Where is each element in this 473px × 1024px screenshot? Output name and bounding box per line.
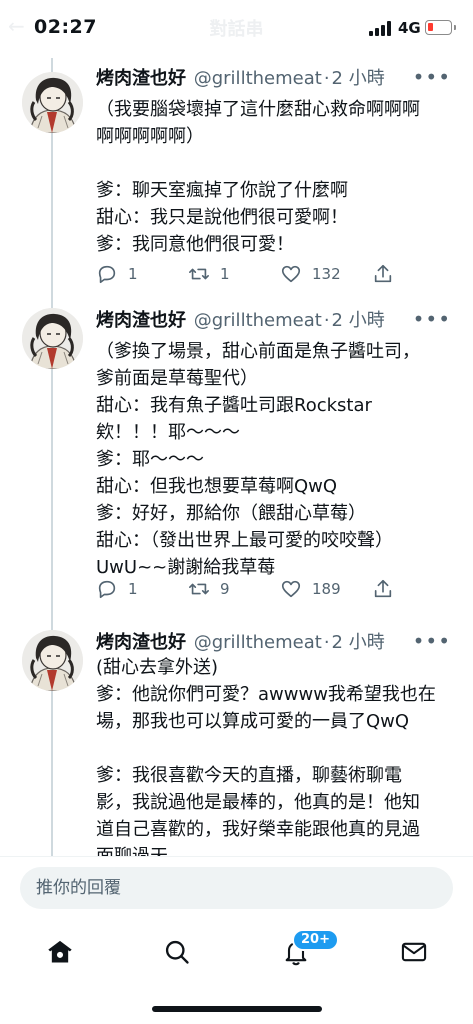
author-handle[interactable]: @grillthemeat <box>194 68 322 89</box>
tweet-text: (甜心去拿外送) 爹：他說你們可愛？awwww我希望我也在 場，那我也可以算成可… <box>96 654 456 858</box>
share-button[interactable] <box>372 261 394 287</box>
home-indicator[interactable] <box>152 1006 322 1012</box>
tweet-line: 道自己喜歡的，我好榮幸能跟他真的見過 <box>96 819 420 840</box>
more-icon[interactable]: ••• <box>413 64 451 90</box>
tweet[interactable]: 烤肉渣也好 @grillthemeat · 2 小時 ••• （爹換了場景，甜心前面… <box>0 306 473 626</box>
tweet-actions: 1 1 132 <box>96 261 396 287</box>
avatar-image <box>22 72 83 133</box>
retweet-button[interactable]: 9 <box>188 576 230 602</box>
author-name[interactable]: 烤肉渣也好 <box>96 632 186 653</box>
tweet-line: (甜心去拿外送) <box>96 657 219 678</box>
tweet-line: （我要腦袋壞掉了這什麼甜心救命啊啊啊 <box>96 99 420 120</box>
nav-home[interactable] <box>40 932 80 972</box>
share-icon <box>374 579 392 598</box>
nav-messages[interactable] <box>394 932 434 972</box>
tweet-line: 爹前面是草莓聖代） <box>96 368 258 389</box>
more-icon[interactable]: ••• <box>413 628 451 654</box>
status-time: 02:27 <box>34 16 97 38</box>
like-button[interactable]: 132 <box>280 261 341 287</box>
tweet[interactable]: 烤肉渣也好 @grillthemeat · 2 小時 ••• (甜心去拿外送) 爹：… <box>0 628 473 858</box>
tweet-time[interactable]: 2 小時 <box>332 68 385 89</box>
status-bar: ← 對話串 02:27 4G <box>0 0 473 58</box>
tweet-text: （我要腦袋壞掉了這什麼甜心救命啊啊啊 啊啊啊啊啊） 爹：聊天室瘋掉了你說了什麼啊… <box>96 96 456 258</box>
like-icon <box>281 580 301 598</box>
like-button[interactable]: 189 <box>280 576 341 602</box>
tweet-line: 甜心：我有魚子醬吐司跟Rockstar <box>96 395 372 416</box>
tweet-line: （爹換了場景，甜心前面是魚子醬吐司， <box>96 341 420 362</box>
reply-icon <box>98 580 116 599</box>
tweet[interactable]: 烤肉渣也好 @grillthemeat · 2 小時 ••• （我要腦袋壞掉了這什麼… <box>0 64 473 304</box>
retweet-icon <box>189 583 209 595</box>
tweet-line: 影，我說過他是最棒的，他真的是！他知 <box>96 792 420 813</box>
reply-button[interactable]: 1 <box>96 576 138 602</box>
author-handle[interactable]: @grillthemeat <box>194 310 322 331</box>
avatar-image <box>22 308 83 369</box>
tweet-time[interactable]: 2 小時 <box>332 632 385 653</box>
reply-bar: 推你的回覆 <box>0 856 473 918</box>
author-handle[interactable]: @grillthemeat <box>194 632 322 653</box>
reply-input[interactable]: 推你的回覆 <box>20 867 453 909</box>
tweet-header: 烤肉渣也好 @grillthemeat · 2 小時 <box>96 306 385 336</box>
retweet-count: 1 <box>220 265 230 283</box>
notification-badge: 20+ <box>292 929 339 951</box>
tweet-actions: 1 9 189 <box>96 576 396 602</box>
battery-tip <box>454 25 456 30</box>
network-label: 4G <box>398 19 421 37</box>
tweet-line: 場，那我也可以算成可愛的一員了QwQ <box>96 711 410 732</box>
tweet-line: 甜心：但我也想要草莓啊QwQ <box>96 476 338 497</box>
tweet-line <box>96 735 456 762</box>
tweet-line: 爹：他說你們可愛？awwww我希望我也在 <box>96 684 436 705</box>
like-icon <box>281 265 301 283</box>
battery-icon <box>425 20 452 35</box>
tweet-line <box>96 150 456 177</box>
home-icon <box>48 940 72 963</box>
separator: · <box>323 632 330 653</box>
thread[interactable]: 烤肉渣也好 @grillthemeat · 2 小時 ••• （我要腦袋壞掉了這什麼… <box>0 58 473 858</box>
avatar-image <box>22 630 83 691</box>
tweet-line: 爹：好好，那給你（餵甜心草莓） <box>96 503 366 524</box>
retweet-icon <box>189 268 209 280</box>
reply-count: 1 <box>128 265 138 283</box>
tweet-text: （爹換了場景，甜心前面是魚子醬吐司， 爹前面是草莓聖代） 甜心：我有魚子醬吐司跟… <box>96 338 456 581</box>
avatar[interactable] <box>22 630 83 691</box>
nav-search[interactable] <box>157 932 197 972</box>
tweet-line: 欸！！！耶～～～ <box>96 422 240 443</box>
retweet-button[interactable]: 1 <box>188 261 230 287</box>
tweet-time[interactable]: 2 小時 <box>332 310 385 331</box>
tweet-line: 爹：我很喜歡今天的直播，聊藝術聊電 <box>96 765 402 786</box>
search-icon <box>165 940 189 964</box>
like-count: 189 <box>312 580 341 598</box>
avatar[interactable] <box>22 72 83 133</box>
share-button[interactable] <box>372 576 394 602</box>
tweet-line: 爹：聊天室瘋掉了你說了什麼啊 <box>96 180 348 201</box>
tweet-line: 爹：我同意他們很可愛！ <box>96 234 294 255</box>
share-icon <box>374 264 392 283</box>
tweet-header: 烤肉渣也好 @grillthemeat · 2 小時 <box>96 64 385 94</box>
reply-button[interactable]: 1 <box>96 261 138 287</box>
author-name[interactable]: 烤肉渣也好 <box>96 68 186 89</box>
tweet-line: 甜心：（發出世界上最可愛的咬咬聲） <box>96 530 393 551</box>
reply-count: 1 <box>128 580 138 598</box>
like-count: 132 <box>312 265 341 283</box>
tweet-line: 啊啊啊啊啊） <box>96 126 204 147</box>
separator: · <box>323 68 330 89</box>
separator: · <box>323 310 330 331</box>
signal-icon <box>369 21 393 36</box>
messages-icon <box>401 942 427 962</box>
more-icon[interactable]: ••• <box>413 306 451 332</box>
author-name[interactable]: 烤肉渣也好 <box>96 310 186 331</box>
retweet-count: 9 <box>220 580 230 598</box>
tweet-line: 爹：耶～～～ <box>96 449 204 470</box>
tweet-line: 甜心：我只是說他們很可愛啊！ <box>96 207 348 228</box>
avatar[interactable] <box>22 308 83 369</box>
reply-icon <box>98 265 116 284</box>
